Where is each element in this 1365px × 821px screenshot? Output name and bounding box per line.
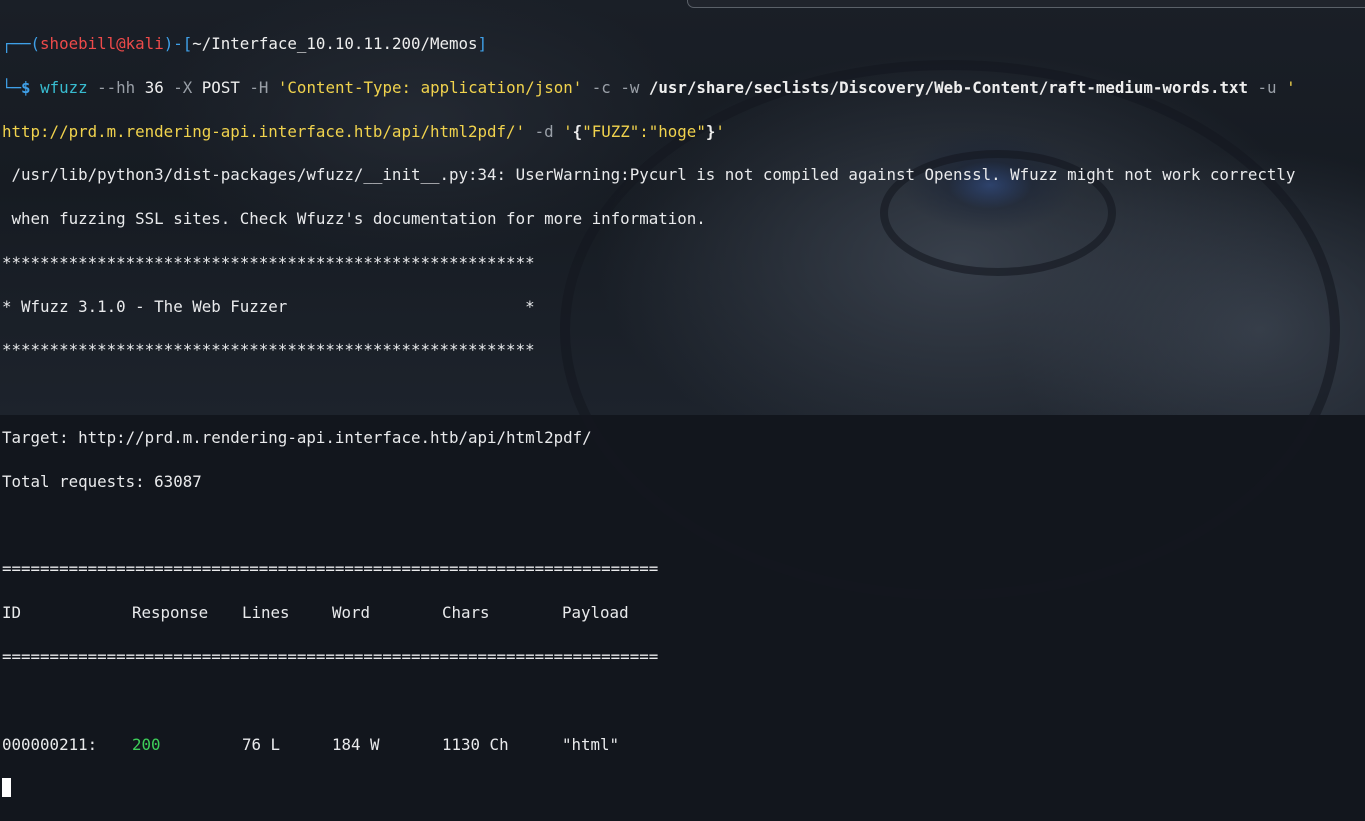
command-d-brace-close: } [705,121,716,141]
warning-line-2: when fuzzing SSL sites. Check Wfuzz's do… [2,209,706,229]
prompt-host: kali [125,33,164,53]
prompt-box-bottom: └─ [2,77,22,97]
prompt-line-1: ┌──(shoebill@kali)-[~/Interface_10.10.11… [2,33,1296,55]
command-wordlist-path: /usr/share/seclists/Discovery/Web-Conten… [648,77,1249,97]
result-payload: "html" [562,734,620,754]
command-opt-hh: --hh [97,77,136,97]
command-url-value: http://prd.m.rendering-api.interface.htb… [2,121,526,141]
tab-bar[interactable] [687,0,1365,8]
prompt-cwd: ~/Interface_10.10.11.200/Memos [192,33,478,53]
prompt-close: ] [477,33,488,53]
command-d-close: ' [715,121,725,141]
prompt-user: shoebill [40,33,117,53]
command-line: └─$ wfuzz --hh 36 -X POST -H 'Content-Ty… [2,77,1296,99]
command-opt-c: -c [591,77,611,97]
command-hh-value: 36 [144,77,164,97]
command-opt-u: -u [1257,77,1277,97]
banner-stars-top: ****************************************… [2,252,535,272]
results-header: ID Response Lines Word Chars Payload [2,602,1296,624]
command-opt-w: -w [620,77,640,97]
command-d-value: "FUZZ":"hoge" [582,121,706,141]
terminal-output[interactable]: ┌──(shoebill@kali)-[~/Interface_10.10.11… [2,11,1296,821]
header-lines: Lines [242,603,290,623]
banner-title: * Wfuzz 3.1.0 - The Web Fuzzer * [2,296,535,316]
result-lines: 76 L [242,734,281,754]
result-id: 000000211: [2,734,98,754]
result-response-code: 200 [132,734,161,754]
header-payload: Payload [562,603,629,623]
command-opt-x: -X [173,77,193,97]
command-h-value: 'Content-Type: application/json' [277,77,583,97]
command-d-open: ' [563,121,573,141]
header-word: Word [332,603,371,623]
command-d-brace-open: { [572,121,583,141]
cursor-line[interactable] [2,777,1296,799]
command-bin: wfuzz [40,77,88,97]
header-chars: Chars [442,603,490,623]
divider-top: ========================================… [2,559,659,579]
command-x-value: POST [201,77,240,97]
command-line-wrap: http://prd.m.rendering-api.interface.htb… [2,121,1296,143]
command-opt-h: -H [249,77,269,97]
prompt-at: @ [116,33,126,53]
result-row: 000000211: 200 76 L 184 W 1130 Ch "html" [2,734,1296,756]
header-id: ID [2,603,22,623]
prompt-box-top: ┌──( [2,33,41,53]
result-word: 184 W [332,734,380,754]
warning-line-1: /usr/lib/python3/dist-packages/wfuzz/__i… [2,165,1296,185]
divider-bottom: ========================================… [2,647,659,667]
total-requests-line: Total requests: 63087 [2,471,202,491]
target-line: Target: http://prd.m.rendering-api.inter… [2,428,592,448]
result-chars: 1130 Ch [442,734,509,754]
command-u-quote: ' [1286,77,1296,97]
prompt-separator: )-[ [163,33,193,53]
prompt-symbol: $ [21,77,31,97]
command-opt-d: -d [534,121,554,141]
terminal-cursor[interactable] [2,778,11,798]
banner-stars-bottom: ****************************************… [2,340,535,360]
header-response: Response [132,603,209,623]
